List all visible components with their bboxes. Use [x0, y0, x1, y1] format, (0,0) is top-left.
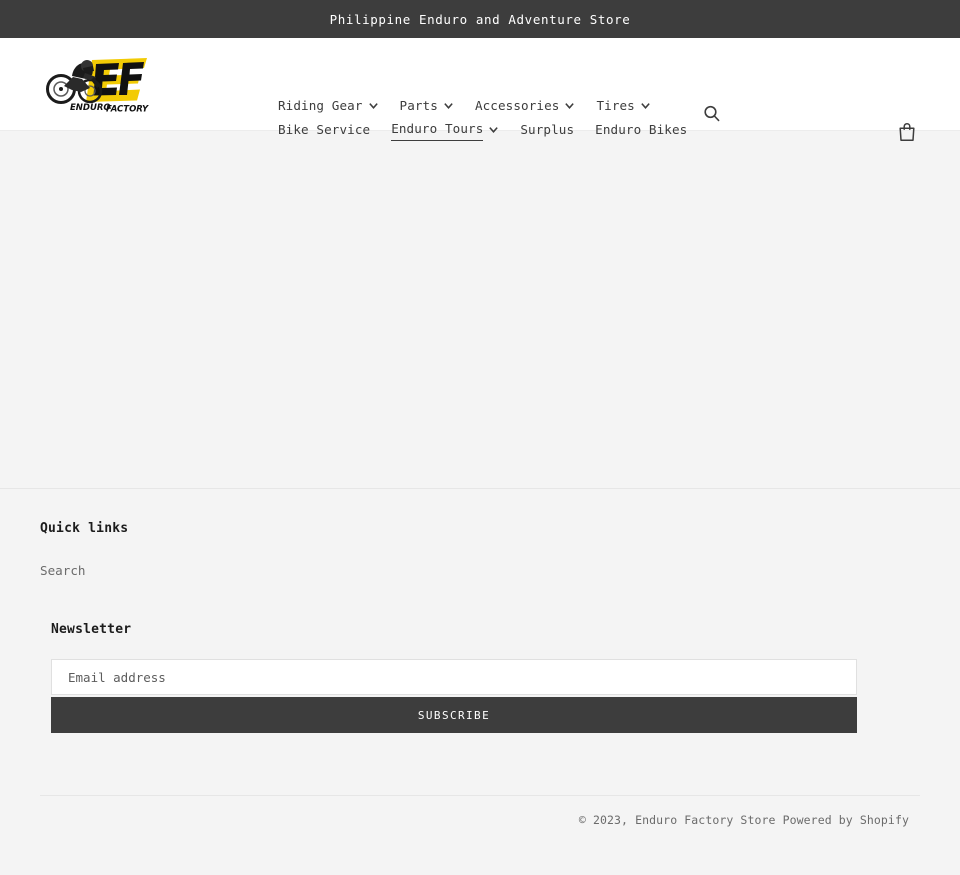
nav-label: Bike Service	[278, 122, 371, 137]
search-button[interactable]	[702, 104, 722, 124]
chevron-down-icon	[564, 100, 575, 111]
nav-label: Riding Gear	[278, 98, 363, 113]
nav-item-enduro-bikes[interactable]: Enduro Bikes	[595, 118, 687, 141]
chevron-down-icon	[488, 124, 499, 135]
search-icon	[704, 105, 720, 122]
quick-links-list: Search	[40, 560, 920, 579]
site-logo[interactable]: ENDURO FACTORY	[44, 53, 154, 115]
nav-label: Tires	[596, 98, 635, 113]
site-header: ENDURO FACTORY Riding Gear Parts Accesso…	[0, 38, 960, 141]
nav-label: Parts	[399, 98, 438, 113]
nav-label: Enduro Tours	[391, 118, 484, 141]
chevron-down-icon	[368, 100, 379, 111]
main-content-area	[0, 131, 960, 488]
nav-item-riding-gear[interactable]: Riding Gear	[278, 94, 379, 117]
quick-links-heading: Quick links	[40, 521, 129, 536]
list-item: Search	[40, 560, 920, 579]
main-navigation: Riding Gear Parts Accessories Tires Bike…	[278, 94, 698, 142]
nav-label: Accessories	[474, 98, 560, 113]
nav-item-enduro-tours[interactable]: Enduro Tours	[391, 117, 499, 142]
svg-text:ENDURO: ENDURO	[70, 103, 111, 113]
announcement-text: Philippine Enduro and Adventure Store	[329, 11, 631, 27]
nav-item-parts[interactable]: Parts	[400, 94, 454, 117]
nav-row-secondary: Bike Service Enduro Tours Surplus Enduro…	[278, 117, 698, 142]
footer-link-search[interactable]: Search	[40, 563, 86, 578]
subscribe-button[interactable]: SUBSCRIBE	[51, 697, 857, 733]
chevron-down-icon	[640, 100, 651, 111]
cart-button[interactable]	[898, 122, 916, 142]
newsletter-form: SUBSCRIBE	[51, 659, 857, 733]
nav-label: Surplus	[520, 122, 575, 137]
nav-item-tires[interactable]: Tires	[596, 94, 650, 117]
newsletter-section: Newsletter SUBSCRIBE	[40, 622, 920, 733]
chevron-down-icon	[443, 100, 454, 111]
email-input[interactable]	[51, 659, 857, 695]
nav-row-primary: Riding Gear Parts Accessories Tires	[278, 94, 698, 117]
nav-item-surplus[interactable]: Surplus	[520, 118, 574, 141]
svg-text:FACTORY: FACTORY	[106, 105, 149, 115]
copyright-text: © 2023, Enduro Factory Store Powered by …	[578, 813, 909, 827]
newsletter-heading: Newsletter	[51, 622, 132, 637]
footer-bottom-bar: © 2023, Enduro Factory Store Powered by …	[40, 795, 920, 827]
announcement-bar: Philippine Enduro and Adventure Store	[0, 0, 960, 38]
nav-item-bike-service[interactable]: Bike Service	[278, 118, 370, 141]
nav-item-accessories[interactable]: Accessories	[475, 94, 576, 117]
site-footer: Quick links Search Newsletter SUBSCRIBE …	[0, 488, 960, 827]
shopping-bag-icon	[899, 123, 915, 141]
nav-label: Enduro Bikes	[595, 122, 688, 137]
enduro-factory-logo-icon: ENDURO FACTORY	[46, 58, 149, 115]
